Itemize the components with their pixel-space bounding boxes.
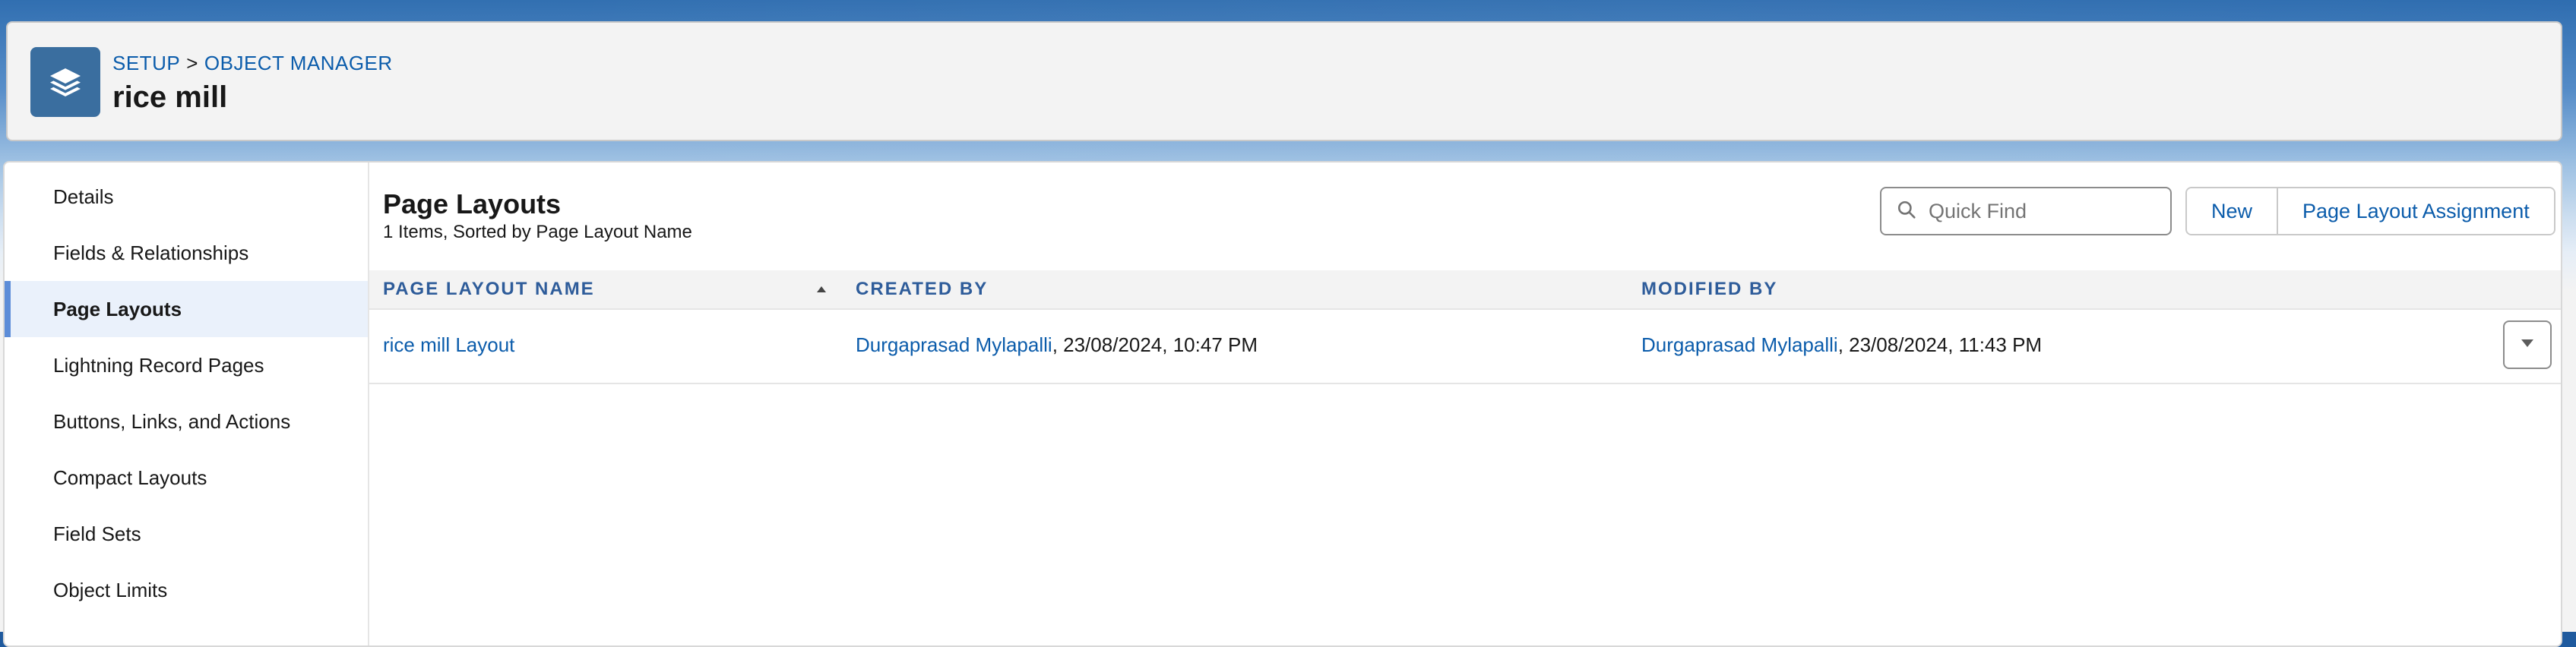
quick-find-input[interactable] bbox=[1927, 198, 2158, 224]
page-subtitle: 1 Items, Sorted by Page Layout Name bbox=[383, 222, 692, 242]
sidebar-item-fields-relationships[interactable]: Fields & Relationships bbox=[5, 225, 368, 281]
main-panel: Details Fields & Relationships Page Layo… bbox=[3, 161, 2562, 647]
sidebar-item-buttons-links-actions[interactable]: Buttons, Links, and Actions bbox=[5, 393, 368, 450]
column-header-created-by[interactable]: CREATED BY bbox=[856, 270, 988, 308]
sidebar-item-compact-layouts[interactable]: Compact Layouts bbox=[5, 450, 368, 506]
cell-created-by: Durgaprasad Mylapalli, 23/08/2024, 10:47… bbox=[856, 308, 1258, 381]
breadcrumb-object-manager-link[interactable]: OBJECT MANAGER bbox=[204, 52, 393, 74]
sidebar-item-page-layouts[interactable]: Page Layouts bbox=[5, 281, 368, 337]
action-button-group: New Page Layout Assignment bbox=[2185, 187, 2555, 235]
sidebar: Details Fields & Relationships Page Layo… bbox=[5, 163, 369, 645]
table-header: PAGE LAYOUT NAME CREATED BY MODIFIED BY bbox=[369, 270, 2561, 310]
search-icon bbox=[1897, 200, 1916, 223]
sort-ascending-icon[interactable] bbox=[812, 279, 831, 299]
created-at-text: , 23/08/2024, 10:47 PM bbox=[1052, 333, 1258, 356]
sidebar-item-details[interactable]: Details bbox=[5, 169, 368, 225]
layers-icon bbox=[30, 47, 100, 117]
table-row: rice mill Layout Durgaprasad Mylapalli, … bbox=[369, 308, 2561, 384]
sidebar-item-object-limits[interactable]: Object Limits bbox=[5, 562, 368, 618]
column-header-modified-by[interactable]: MODIFIED BY bbox=[1641, 270, 1777, 308]
page-title: Page Layouts bbox=[383, 188, 562, 219]
chevron-down-icon bbox=[2520, 338, 2535, 352]
column-header-page-layout-name[interactable]: PAGE LAYOUT NAME bbox=[383, 270, 595, 308]
cell-modified-by: Durgaprasad Mylapalli, 23/08/2024, 11:43… bbox=[1641, 308, 2042, 381]
page-layout-assignment-button[interactable]: Page Layout Assignment bbox=[2277, 188, 2554, 234]
new-button[interactable]: New bbox=[2187, 188, 2277, 234]
layout-name-link[interactable]: rice mill Layout bbox=[383, 333, 514, 357]
object-title: rice mill bbox=[112, 80, 228, 114]
quick-find-box bbox=[1880, 187, 2172, 235]
created-by-user-link[interactable]: Durgaprasad Mylapalli bbox=[856, 333, 1052, 357]
breadcrumb-setup-link[interactable]: SETUP bbox=[112, 52, 180, 74]
breadcrumb: SETUP > OBJECT MANAGER bbox=[112, 52, 393, 75]
modified-by-user-link[interactable]: Durgaprasad Mylapalli bbox=[1641, 333, 1838, 357]
row-actions-button[interactable] bbox=[2503, 320, 2552, 369]
object-header: SETUP > OBJECT MANAGER rice mill bbox=[6, 21, 2562, 141]
modified-at-text: , 23/08/2024, 11:43 PM bbox=[1837, 333, 2043, 356]
sidebar-item-lightning-record-pages[interactable]: Lightning Record Pages bbox=[5, 337, 368, 393]
sidebar-item-field-sets[interactable]: Field Sets bbox=[5, 506, 368, 562]
page-layouts-content: Page Layouts 1 Items, Sorted by Page Lay… bbox=[369, 163, 2561, 645]
cell-layout-name: rice mill Layout bbox=[383, 308, 514, 381]
breadcrumb-separator: > bbox=[186, 52, 198, 74]
